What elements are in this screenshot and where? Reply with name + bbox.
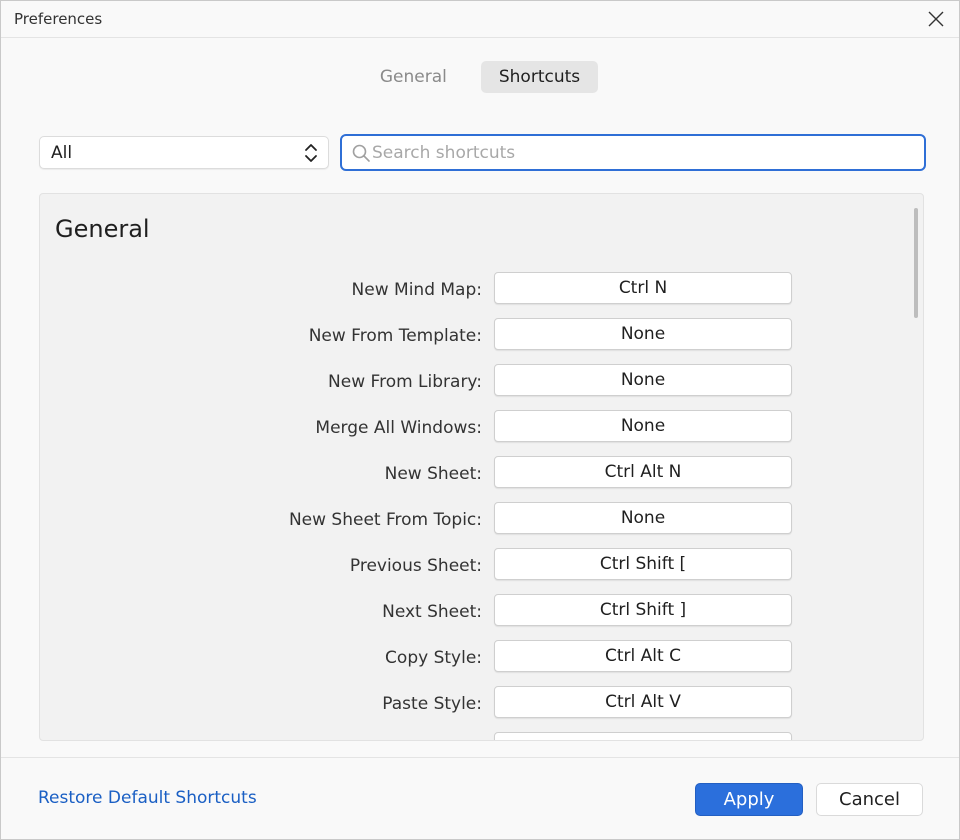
shortcut-key-field[interactable]: Ctrl Alt N	[494, 456, 792, 488]
scrollbar-thumb[interactable]	[914, 208, 918, 318]
shortcut-label: New From Template:	[308, 326, 482, 346]
shortcut-key-field[interactable]: Ctrl N	[494, 272, 792, 304]
shortcut-row-new-mind-map: New Mind Map: Ctrl N	[40, 272, 910, 318]
shortcut-label: Merge All Windows:	[315, 418, 482, 438]
shortcut-key-field[interactable]: Ctrl Alt V	[494, 686, 792, 718]
shortcut-key-field[interactable]: Ctrl Shift ]	[494, 594, 792, 626]
shortcut-label: Copy Style:	[385, 648, 482, 668]
shortcut-label: Next Sheet:	[382, 602, 482, 622]
shortcut-row-paste-style: Paste Style: Ctrl Alt V	[40, 686, 910, 732]
tab-bar: General Shortcuts	[1, 61, 959, 95]
category-select-value: All	[51, 143, 73, 163]
category-select[interactable]: All	[39, 136, 329, 169]
dialog-footer: Restore Default Shortcuts Apply Cancel	[1, 757, 959, 839]
section-title: General	[55, 215, 150, 243]
cancel-button[interactable]: Cancel	[816, 783, 923, 816]
shortcut-label: New Sheet:	[384, 464, 482, 484]
chevron-up-down-icon	[305, 144, 317, 162]
shortcut-row-new-from-template: New From Template: None	[40, 318, 910, 364]
shortcut-row-merge-all-windows: Merge All Windows: None	[40, 410, 910, 456]
shortcut-row-next-sheet: Next Sheet: Ctrl Shift ]	[40, 594, 910, 640]
tab-shortcuts[interactable]: Shortcuts	[480, 61, 599, 93]
apply-button[interactable]: Apply	[695, 783, 803, 816]
shortcut-key-field[interactable]: None	[494, 318, 792, 350]
shortcut-key-field[interactable]: Ctrl Shift [	[494, 548, 792, 580]
search-input[interactable]	[372, 140, 912, 166]
shortcut-key-field[interactable]: None	[494, 364, 792, 396]
shortcuts-panel: General New Mind Map: Ctrl N New From Te…	[39, 193, 924, 741]
shortcut-row-copy-style: Copy Style: Ctrl Alt C	[40, 640, 910, 686]
shortcut-label: Previous Sheet:	[349, 556, 482, 576]
shortcut-key-field[interactable]: Ctrl Alt C	[494, 640, 792, 672]
preferences-window: Preferences General Shortcuts All Genera…	[0, 0, 960, 840]
tab-general[interactable]: General	[362, 61, 465, 93]
shortcut-label: Paste Style:	[382, 694, 482, 714]
shortcut-key-field[interactable]: None	[494, 502, 792, 534]
window-title: Preferences	[14, 10, 103, 28]
shortcut-row-new-from-library: New From Library: None	[40, 364, 910, 410]
shortcut-label: New From Library:	[328, 372, 482, 392]
close-button[interactable]	[913, 1, 959, 37]
shortcut-row-partial: Ctrl Alt 0	[40, 732, 910, 740]
restore-defaults-link[interactable]: Restore Default Shortcuts	[38, 788, 257, 808]
shortcut-list: New Mind Map: Ctrl N New From Template: …	[40, 272, 910, 740]
title-bar: Preferences	[1, 1, 959, 38]
shortcut-row-previous-sheet: Previous Sheet: Ctrl Shift [	[40, 548, 910, 594]
shortcut-row-new-sheet-from-topic: New Sheet From Topic: None	[40, 502, 910, 548]
shortcut-label: New Sheet From Topic:	[288, 510, 482, 530]
shortcut-key-field[interactable]: None	[494, 410, 792, 442]
close-icon	[928, 11, 944, 27]
shortcut-label: New Mind Map:	[351, 280, 482, 300]
shortcut-key-field[interactable]: Ctrl Alt 0	[494, 732, 792, 740]
search-box[interactable]	[340, 134, 926, 171]
shortcut-row-new-sheet: New Sheet: Ctrl Alt N	[40, 456, 910, 502]
search-icon	[352, 144, 370, 162]
